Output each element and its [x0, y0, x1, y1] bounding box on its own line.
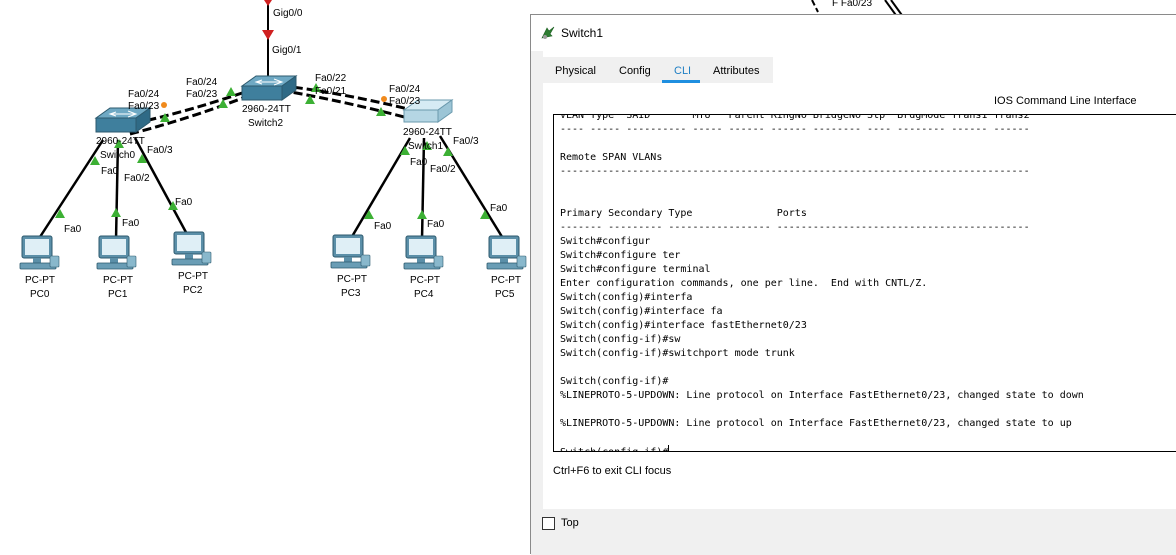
- top-checkbox[interactable]: [542, 517, 555, 530]
- packet-tracer-icon: [541, 26, 555, 39]
- port-label: Fa0: [374, 221, 392, 232]
- pc4-name-label: PC4: [414, 289, 434, 300]
- cli-line: Switch(config)#interface fa: [560, 306, 723, 317]
- cli-line: Switch(config-if)#: [560, 376, 669, 387]
- label-gig01: Gig0/1: [272, 45, 302, 56]
- link-up-marker: [226, 87, 236, 96]
- switch1-name-label: Switch1: [408, 141, 443, 152]
- window-title: Switch1: [561, 26, 604, 40]
- link-down-marker: [262, 30, 274, 40]
- cli-line: ------- --------- ----------------- ----…: [560, 222, 1030, 233]
- cli-line: [560, 361, 1084, 375]
- pc1-name-label: PC1: [108, 289, 128, 300]
- port-label: Fa0: [64, 224, 82, 235]
- cli-line: Remote SPAN VLANs: [560, 152, 663, 163]
- cli-line: Enter configuration commands, one per li…: [560, 278, 928, 289]
- cli-line: %LINEPROTO-5-UPDOWN: Line protocol on In…: [560, 390, 1084, 401]
- port-label: Fa0: [410, 157, 428, 168]
- switch2-name-label: Switch2: [248, 118, 283, 129]
- port-label: Fa0/24: [186, 77, 218, 88]
- pc0-name-label: PC0: [30, 289, 50, 300]
- cli-caret: [668, 445, 670, 451]
- cli-line: Switch#configure ter: [560, 250, 681, 261]
- pc4-device[interactable]: [403, 235, 444, 270]
- cli-line: [560, 431, 1084, 445]
- label-gig00: Gig0/0: [273, 8, 303, 19]
- switch2-device[interactable]: [240, 75, 298, 101]
- port-label: Fa0/22: [315, 73, 347, 84]
- cli-line: Switch(config)#interfa: [560, 292, 693, 303]
- pc0-type-label: PC-PT: [25, 275, 55, 286]
- cli-header: IOS Command Line Interface: [994, 95, 1137, 107]
- port-label: Fa0: [175, 197, 193, 208]
- port-label: Fa0/2: [430, 164, 456, 175]
- tab-physical[interactable]: Physical: [555, 65, 596, 77]
- label-top-partial: F Fa0/23: [832, 0, 872, 9]
- pc5-device[interactable]: [486, 235, 527, 270]
- pc1-device[interactable]: [96, 235, 137, 270]
- port-label: Fa0: [101, 166, 119, 177]
- port-label: Fa0/3: [453, 136, 479, 147]
- cli-line: Switch#configure terminal: [560, 264, 711, 275]
- cli-line: Switch(config-if)#switchport mode trunk: [560, 348, 795, 359]
- switch0-model-label: 2960-24TT: [96, 136, 145, 147]
- pc5-name-label: PC5: [495, 289, 515, 300]
- port-label: Fa0: [122, 218, 140, 229]
- cli-line: ----------------------------------------…: [560, 166, 1030, 177]
- port-label: Fa0: [490, 203, 508, 214]
- link-down-marker: [264, 0, 272, 6]
- port-label: Fa0/23: [389, 96, 421, 107]
- cli-line: [560, 403, 1084, 417]
- cli-prompt-line[interactable]: Switch(config-if)#: [560, 445, 1084, 451]
- cli-line: Switch(config-if)#sw: [560, 334, 681, 345]
- cli-line: VLAN Type SAID MTU Parent RingNo BridgeN…: [560, 114, 1030, 121]
- tab-attributes[interactable]: Attributes: [713, 65, 759, 77]
- pc5-type-label: PC-PT: [491, 275, 521, 286]
- pc3-device[interactable]: [330, 234, 371, 269]
- cli-line: [560, 179, 1084, 193]
- switch0-name-label: Switch0: [100, 150, 135, 161]
- port-label: Fa0/24: [389, 84, 421, 95]
- port-label: Fa0/2: [124, 173, 150, 184]
- tab-cli[interactable]: CLI: [674, 65, 691, 77]
- cli-line: Switch#configur: [560, 236, 651, 247]
- link-up-marker: [218, 99, 228, 108]
- active-tab-indicator: [662, 80, 700, 83]
- pc0-device[interactable]: [19, 235, 60, 270]
- window-titlebar[interactable]: Switch1: [531, 15, 1176, 51]
- cli-line: ---- ----- ---------- ----- ------ -----…: [560, 124, 1030, 135]
- port-label: Fa0/24: [128, 89, 160, 100]
- cli-line: [560, 137, 1084, 151]
- cli-prompt: Switch(config-if)#: [560, 447, 668, 451]
- port-label: Fa0/23: [128, 101, 160, 112]
- cli-line: %LINEPROTO-5-UPDOWN: Line protocol on In…: [560, 418, 1072, 429]
- cli-line: [560, 193, 1084, 207]
- tab-config[interactable]: Config: [619, 65, 651, 77]
- switch1-model-label: 2960-24TT: [403, 127, 452, 138]
- cli-output: VLAN Type SAID MTU Parent RingNo BridgeN…: [560, 114, 1084, 451]
- link-blocking-marker: [381, 96, 387, 102]
- link-blocking-marker: [161, 102, 167, 108]
- port-label: Fa0: [427, 219, 445, 230]
- port-label: Fa0/3: [147, 145, 173, 156]
- cli-line: Switch(config)#interface fastEthernet0/2…: [560, 320, 807, 331]
- tab-bar: Physical Config CLI Attributes: [543, 51, 1176, 83]
- port-label: Fa0/23: [186, 89, 218, 100]
- device-window[interactable]: Switch1 Physical Config CLI Attributes I…: [530, 14, 1176, 555]
- pc1-type-label: PC-PT: [103, 275, 133, 286]
- port-label: Fa0/21: [315, 86, 347, 97]
- window-content: Physical Config CLI Attributes IOS Comma…: [543, 51, 1176, 509]
- top-checkbox-label: Top: [561, 517, 579, 529]
- pc4-type-label: PC-PT: [410, 275, 440, 286]
- switch2-model-label: 2960-24TT: [242, 104, 291, 115]
- cli-focus-hint: Ctrl+F6 to exit CLI focus: [553, 465, 672, 477]
- pc2-device[interactable]: [171, 231, 212, 266]
- cli-line: Primary Secondary Type Ports: [560, 208, 807, 219]
- cli-terminal[interactable]: VLAN Type SAID MTU Parent RingNo BridgeN…: [553, 114, 1176, 452]
- pc2-type-label: PC-PT: [178, 271, 208, 282]
- window-footer: Top: [531, 509, 1176, 555]
- pc3-name-label: PC3: [341, 288, 361, 299]
- pc2-name-label: PC2: [183, 285, 203, 296]
- pc3-type-label: PC-PT: [337, 274, 367, 285]
